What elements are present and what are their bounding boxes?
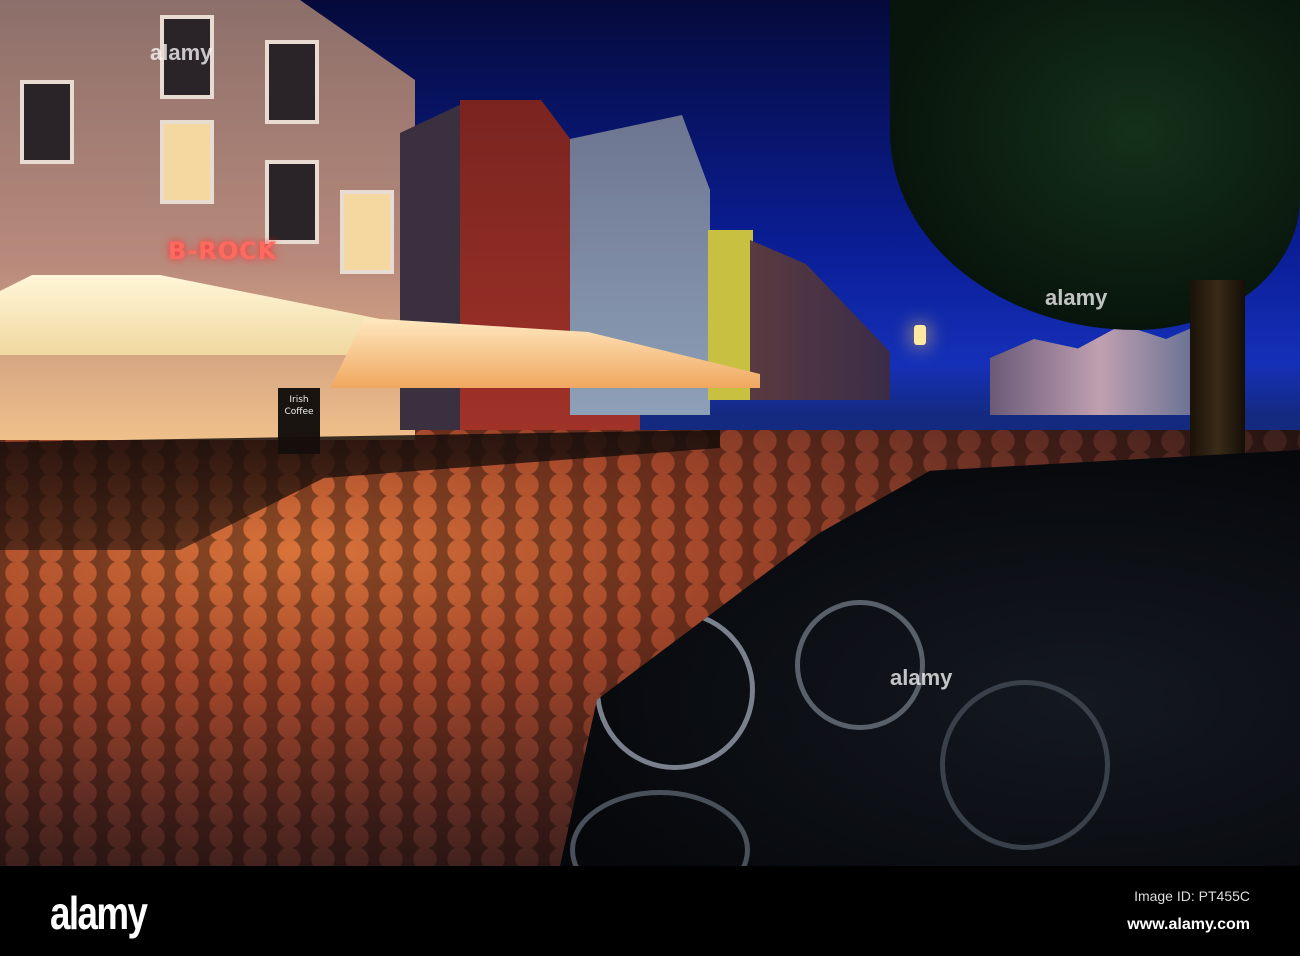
far-buildings	[990, 320, 1210, 415]
site-url: www.alamy.com	[1127, 916, 1250, 933]
building-row	[750, 240, 890, 400]
watermark: alamy	[150, 40, 213, 65]
footer-bar: alamy Image ID: PT455C www.alamy.com	[0, 866, 1300, 956]
watermark: alamy	[1045, 285, 1108, 310]
alamy-logo: alamy	[50, 887, 148, 939]
restaurant-sign: B-ROCK	[168, 237, 278, 265]
photo-nyhavn-night: B-ROCK Irish Coffee alamy alamy alamy	[0, 0, 1300, 866]
street-lamp	[914, 325, 926, 345]
watermark: alamy	[890, 665, 953, 690]
image-id: Image ID: PT455C	[1134, 888, 1250, 904]
